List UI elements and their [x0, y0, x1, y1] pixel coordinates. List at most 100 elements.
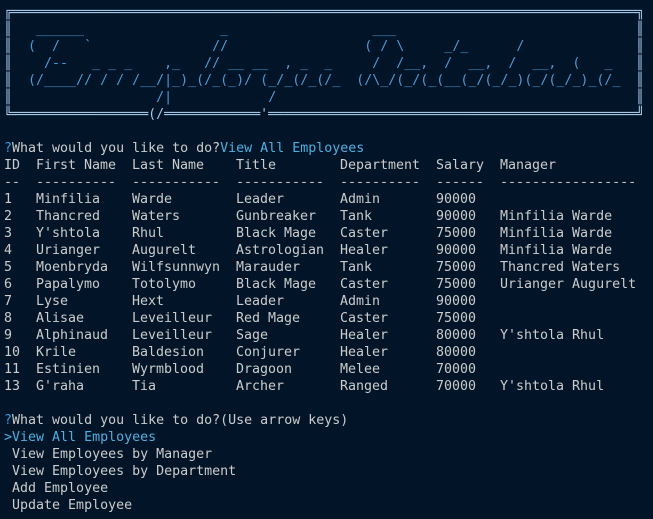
cell-last-name: Leveilleur	[132, 328, 213, 343]
cell-id: 2	[4, 209, 13, 224]
cell-department: Ranged	[340, 379, 389, 394]
banner-line: ║ ( / ` // ( / \ _/_ / ║	[4, 38, 653, 55]
menu-option-label[interactable]: View All Employees	[12, 429, 156, 446]
cell-id: 5	[4, 260, 13, 275]
cell-manager: Minfilia Warde	[500, 243, 613, 258]
cell-department: Caster	[340, 311, 389, 326]
banner-border-left: ║	[4, 90, 13, 105]
cell-manager: Urianger Augurelt	[500, 277, 637, 292]
cell-salary: 90000	[436, 294, 477, 309]
table-row: 10 Krile Baldesion Conjurer Healer 80000	[4, 344, 653, 361]
menu-option-label[interactable]: View Employees by Department	[12, 463, 236, 480]
banner-art-text: /| /	[12, 90, 277, 105]
cell-title: Gunbreaker	[236, 209, 317, 224]
cell-first-name: Krile	[36, 345, 77, 360]
cell-manager: Minfilia Warde	[500, 226, 613, 241]
prompt-question: What would you like to do?	[12, 413, 221, 428]
cell-first-name: Papalymo	[36, 277, 101, 292]
cell-manager: -----------------	[500, 175, 637, 190]
question-mark-icon: ?	[4, 141, 13, 156]
table-header: ID First Name Last Name Title Department Sala…	[4, 157, 653, 174]
menu-option[interactable]: Update Employee	[4, 497, 653, 514]
cell-salary: 90000	[436, 209, 477, 224]
menu-option[interactable]: View Employees by Department	[4, 463, 653, 480]
menu-option[interactable]: > View All Employees	[4, 429, 653, 446]
menu-option-label[interactable]: Add Employee	[12, 480, 108, 497]
cell-department: Tank	[340, 209, 373, 224]
banner-line: ║ /| / ║	[4, 89, 653, 106]
cell-salary: 90000	[436, 192, 477, 207]
cell-last-name: Last Name	[132, 158, 205, 173]
cell-salary: ------	[436, 175, 485, 190]
banner-border-left: ║	[4, 22, 13, 37]
cell-department: Admin	[340, 192, 381, 207]
cell-salary: 75000	[436, 277, 477, 292]
cell-salary: 75000	[436, 226, 477, 241]
cell-department: Healer	[340, 243, 389, 258]
selection-pointer-icon	[4, 480, 12, 497]
cell-id: 13	[4, 379, 21, 394]
cell-title: -----------	[236, 175, 325, 190]
cell-title: Dragoon	[236, 362, 293, 377]
cell-salary: Salary	[436, 158, 485, 173]
prompt-answered: ? What would you like to do? View All Em…	[4, 140, 653, 157]
menu-option-label[interactable]: Update Employee	[12, 497, 132, 514]
cell-id: 10	[4, 345, 21, 360]
banner-line: ║ (/____// / / /__/|_)_(/_(_)/ (_/_(/_(/…	[4, 72, 653, 89]
cell-department: Caster	[340, 277, 389, 292]
cell-first-name: Thancred	[36, 209, 101, 224]
banner-top-border: ╔═══════════════════════════════════════…	[4, 5, 645, 20]
cell-last-name: Tia	[132, 379, 157, 394]
cell-id: --	[4, 175, 21, 190]
menu-option[interactable]: View Employees by Manager	[4, 446, 653, 463]
table-row: 1 Minfilia Warde Leader Admin 90000	[4, 191, 653, 208]
cell-last-name: Wyrmblood	[132, 362, 205, 377]
cell-last-name: Totolymo	[132, 277, 197, 292]
table-row: 3 Y'shtola Rhul Black Mage Caster 75000 Minfil…	[4, 225, 653, 242]
cell-title: Leader	[236, 192, 285, 207]
cell-title: Conjurer	[236, 345, 301, 360]
prompt-question: What would you like to do?	[12, 141, 221, 156]
banner-art-text: /-- _ _ _ ,_ // __ __ , _ _ / /__, / __,…	[12, 56, 613, 71]
banner-art-text: ______ _ ___	[12, 22, 397, 37]
banner-border-right: ║	[636, 39, 645, 54]
selection-pointer-icon: >	[4, 430, 13, 445]
cell-manager: Y'shtola Rhul	[500, 379, 605, 394]
table-row: 4 Urianger Augurelt Astrologian Healer 90000 M…	[4, 242, 653, 259]
table-row: 2 Thancred Waters Gunbreaker Tank 90000 Minfil…	[4, 208, 653, 225]
cell-department: Tank	[340, 260, 373, 275]
cell-title: Astrologian	[236, 243, 325, 258]
cell-title: Black Mage	[236, 226, 317, 241]
cell-title: Leader	[236, 294, 285, 309]
cell-last-name: Wilfsunnwyn	[132, 260, 221, 275]
terminal: ╔═══════════════════════════════════════…	[0, 0, 653, 514]
cell-id: 9	[4, 328, 13, 343]
cell-id: 4	[4, 243, 13, 258]
banner-border-right: ║	[636, 90, 645, 105]
banner-line: ║ /-- _ _ _ ,_ // __ __ , _ _ / /__, / _…	[4, 55, 653, 72]
cell-id: ID	[4, 158, 21, 173]
cell-salary: 70000	[436, 379, 477, 394]
menu-option-label[interactable]: View Employees by Manager	[12, 446, 212, 463]
cell-first-name: G'raha	[36, 379, 85, 394]
cell-department: Healer	[340, 328, 389, 343]
prompt-hint: (Use arrow keys)	[220, 413, 349, 428]
cell-last-name: Rhul	[132, 226, 165, 241]
cell-first-name: Minfilia	[36, 192, 101, 207]
prompt-active: ? What would you like to do? (Use arrow …	[4, 412, 653, 429]
cell-first-name: Y'shtola	[36, 226, 101, 241]
menu-option[interactable]: Add Employee	[4, 480, 653, 497]
selection-pointer-icon	[4, 463, 12, 480]
menu-list: > View All Employees View Employees by M…	[4, 429, 653, 514]
cell-last-name: Leveilleur	[132, 311, 213, 326]
cell-last-name: -----------	[132, 175, 221, 190]
cell-last-name: Warde	[132, 192, 173, 207]
cell-first-name: ----------	[36, 175, 117, 190]
banner-border-right: ║	[636, 73, 645, 88]
question-mark-icon: ?	[4, 413, 13, 428]
cell-manager: Thancred Waters	[500, 260, 621, 275]
cell-department: Caster	[340, 226, 389, 241]
cell-last-name: Waters	[132, 209, 181, 224]
